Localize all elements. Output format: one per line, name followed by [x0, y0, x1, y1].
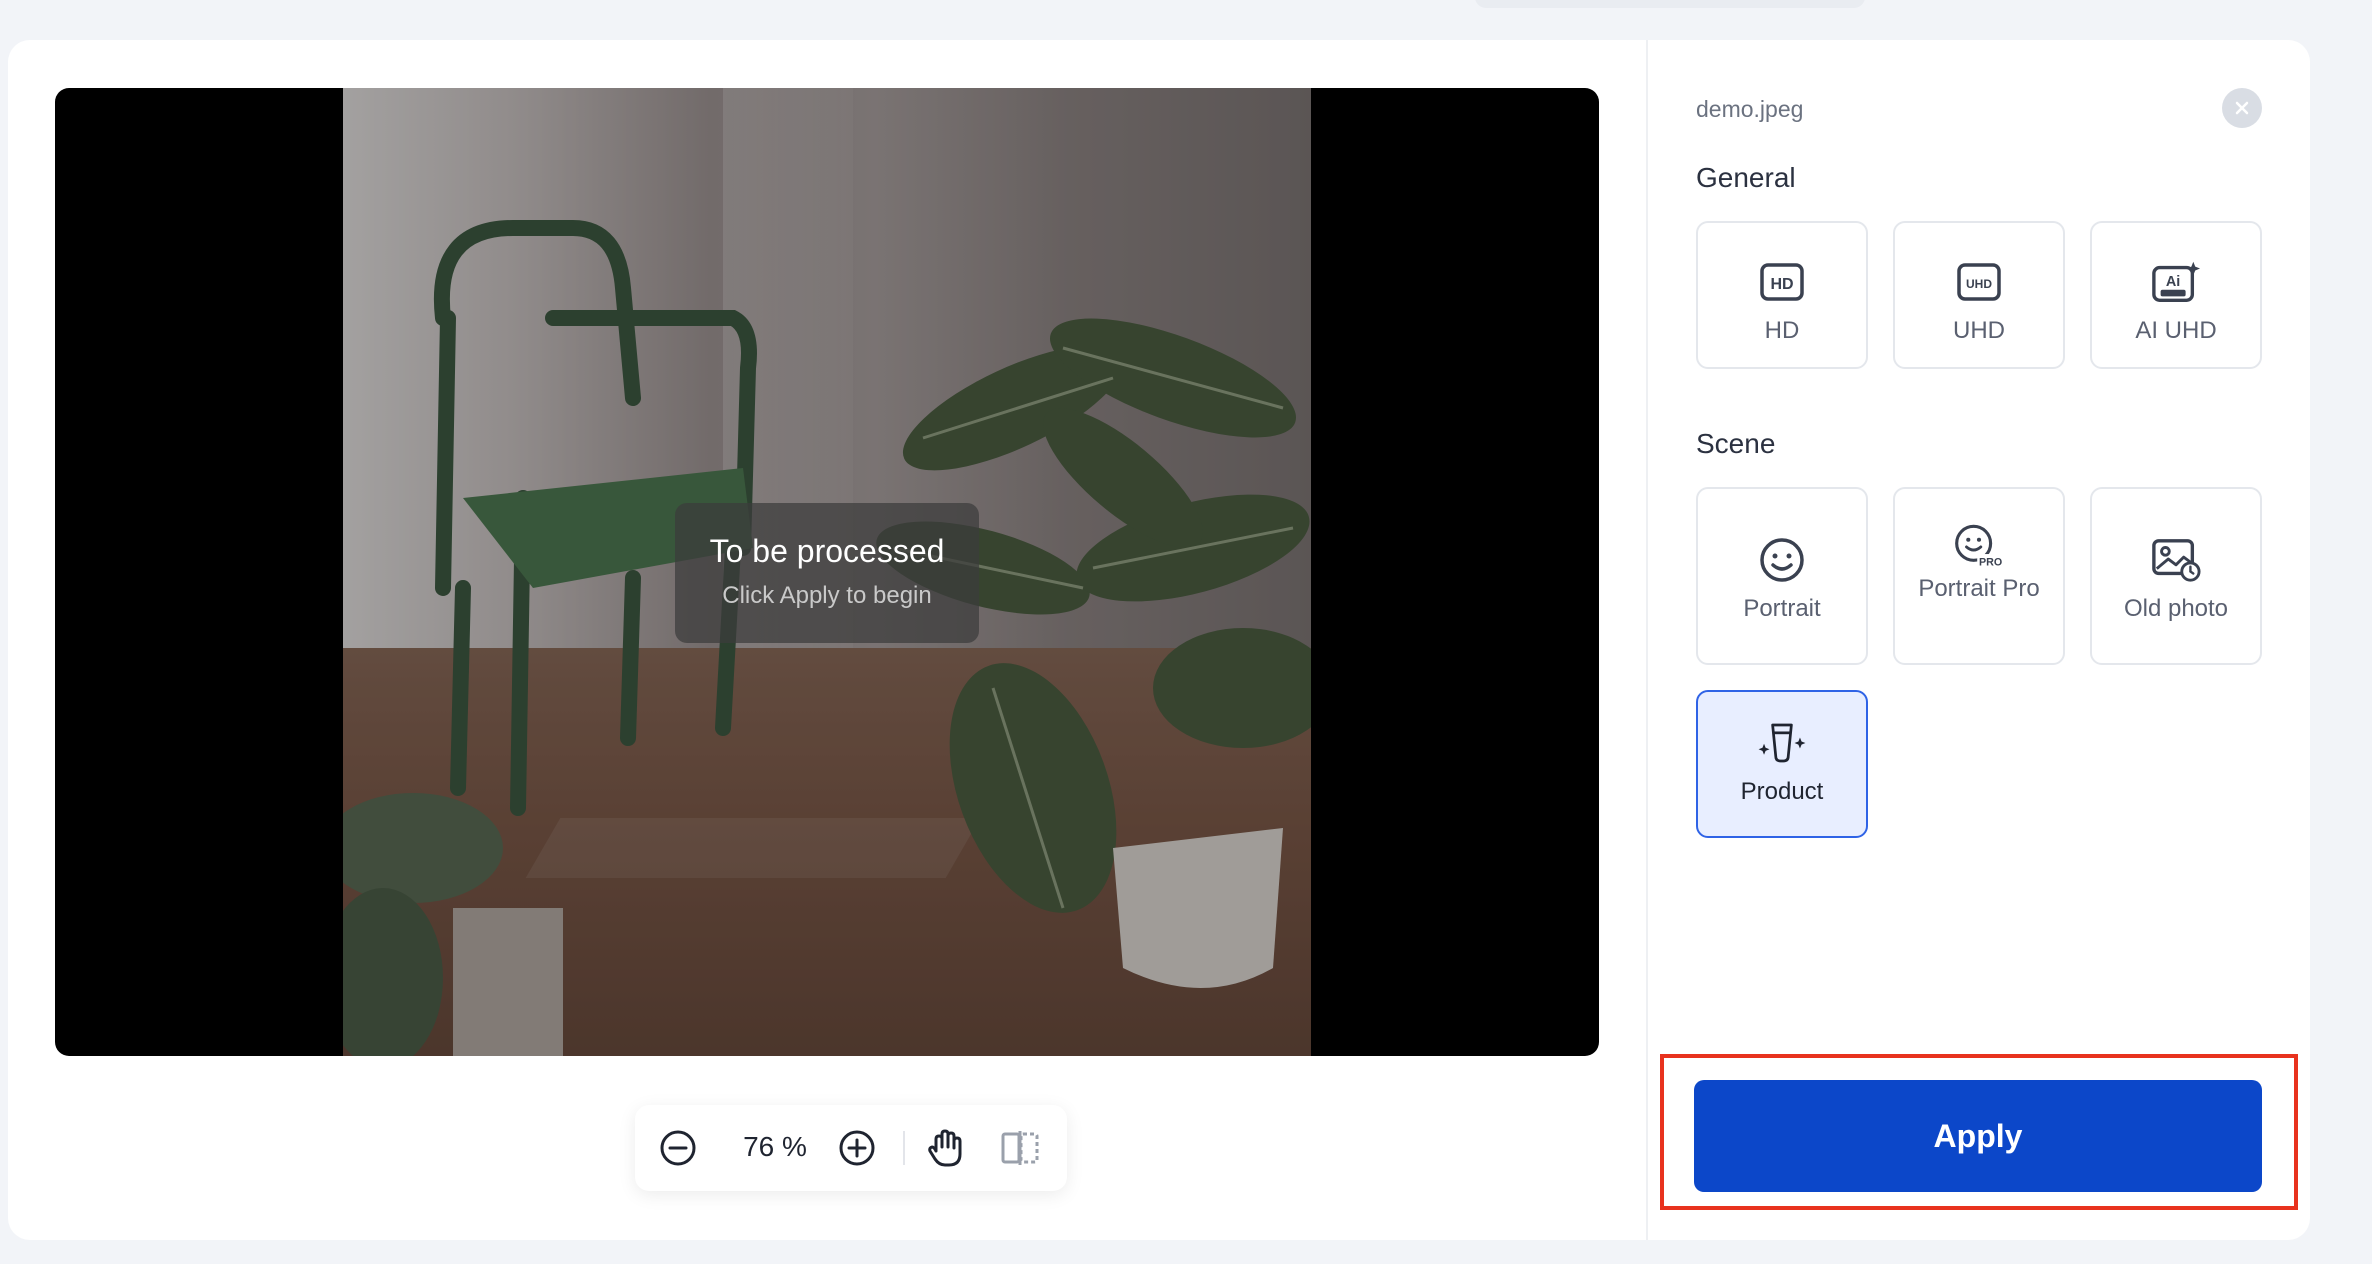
option-label: Old photo [2123, 595, 2229, 622]
minus-circle-icon [660, 1130, 696, 1166]
smiley-icon [1757, 535, 1807, 585]
smiley-pro-icon: PRO [1954, 521, 2004, 571]
product-icon [1757, 718, 1807, 768]
zoom-toolbar: 76 % [635, 1105, 1067, 1191]
ai-uhd-icon: Ai [2151, 257, 2201, 307]
section-title-scene: Scene [1696, 428, 1776, 459]
uhd-icon: UHD [1954, 257, 2004, 307]
pan-tool-button[interactable] [925, 1127, 967, 1169]
option-uhd[interactable]: UHD UHD [1893, 221, 2065, 369]
apply-button[interactable]: Apply [1694, 1080, 2262, 1192]
hand-icon [928, 1129, 962, 1167]
section-title-general: General [1696, 162, 1796, 193]
option-hd[interactable]: HD HD [1696, 221, 1868, 369]
option-label: UHD [1953, 317, 2005, 344]
plus-circle-icon [839, 1130, 875, 1166]
option-label: HD [1764, 317, 1800, 344]
compare-split-icon [1001, 1131, 1039, 1165]
svg-text:Ai: Ai [2166, 274, 2180, 290]
option-label: Product [1740, 778, 1824, 805]
toolbar-separator [903, 1131, 905, 1165]
svg-text:PRO: PRO [1979, 557, 2002, 569]
zoom-out-button[interactable] [657, 1127, 699, 1169]
panel-divider [1646, 40, 1648, 1240]
hd-icon: HD [1757, 257, 1807, 307]
image-canvas[interactable]: To be processed Click Apply to begin [55, 88, 1599, 1056]
old-photo-icon [2151, 535, 2201, 585]
close-icon [2235, 101, 2249, 115]
option-old-photo[interactable]: Old photo [2090, 487, 2262, 665]
option-portrait-pro[interactable]: PRO Portrait Pro [1893, 487, 2065, 665]
status-subtitle: Click Apply to begin [722, 582, 932, 609]
svg-text:UHD: UHD [1966, 277, 1992, 291]
svg-text:HD: HD [1770, 276, 1793, 293]
option-ai-uhd[interactable]: Ai AI UHD [2090, 221, 2262, 369]
option-label: Portrait Pro [1918, 575, 2040, 602]
close-button[interactable] [2222, 88, 2262, 128]
option-portrait[interactable]: Portrait [1696, 487, 1868, 665]
zoom-in-button[interactable] [836, 1127, 878, 1169]
option-product[interactable]: Product [1696, 690, 1868, 838]
status-title: To be processed [709, 533, 945, 569]
file-name: demo.jpeg [1696, 96, 1804, 122]
option-label: Portrait [1743, 595, 1821, 622]
status-overlay: To be processed Click Apply to begin [675, 503, 979, 643]
option-label: AI UHD [2135, 317, 2217, 344]
top-pill [1475, 0, 1865, 8]
compare-button[interactable] [999, 1127, 1041, 1169]
zoom-level: 76 % [743, 1131, 807, 1162]
